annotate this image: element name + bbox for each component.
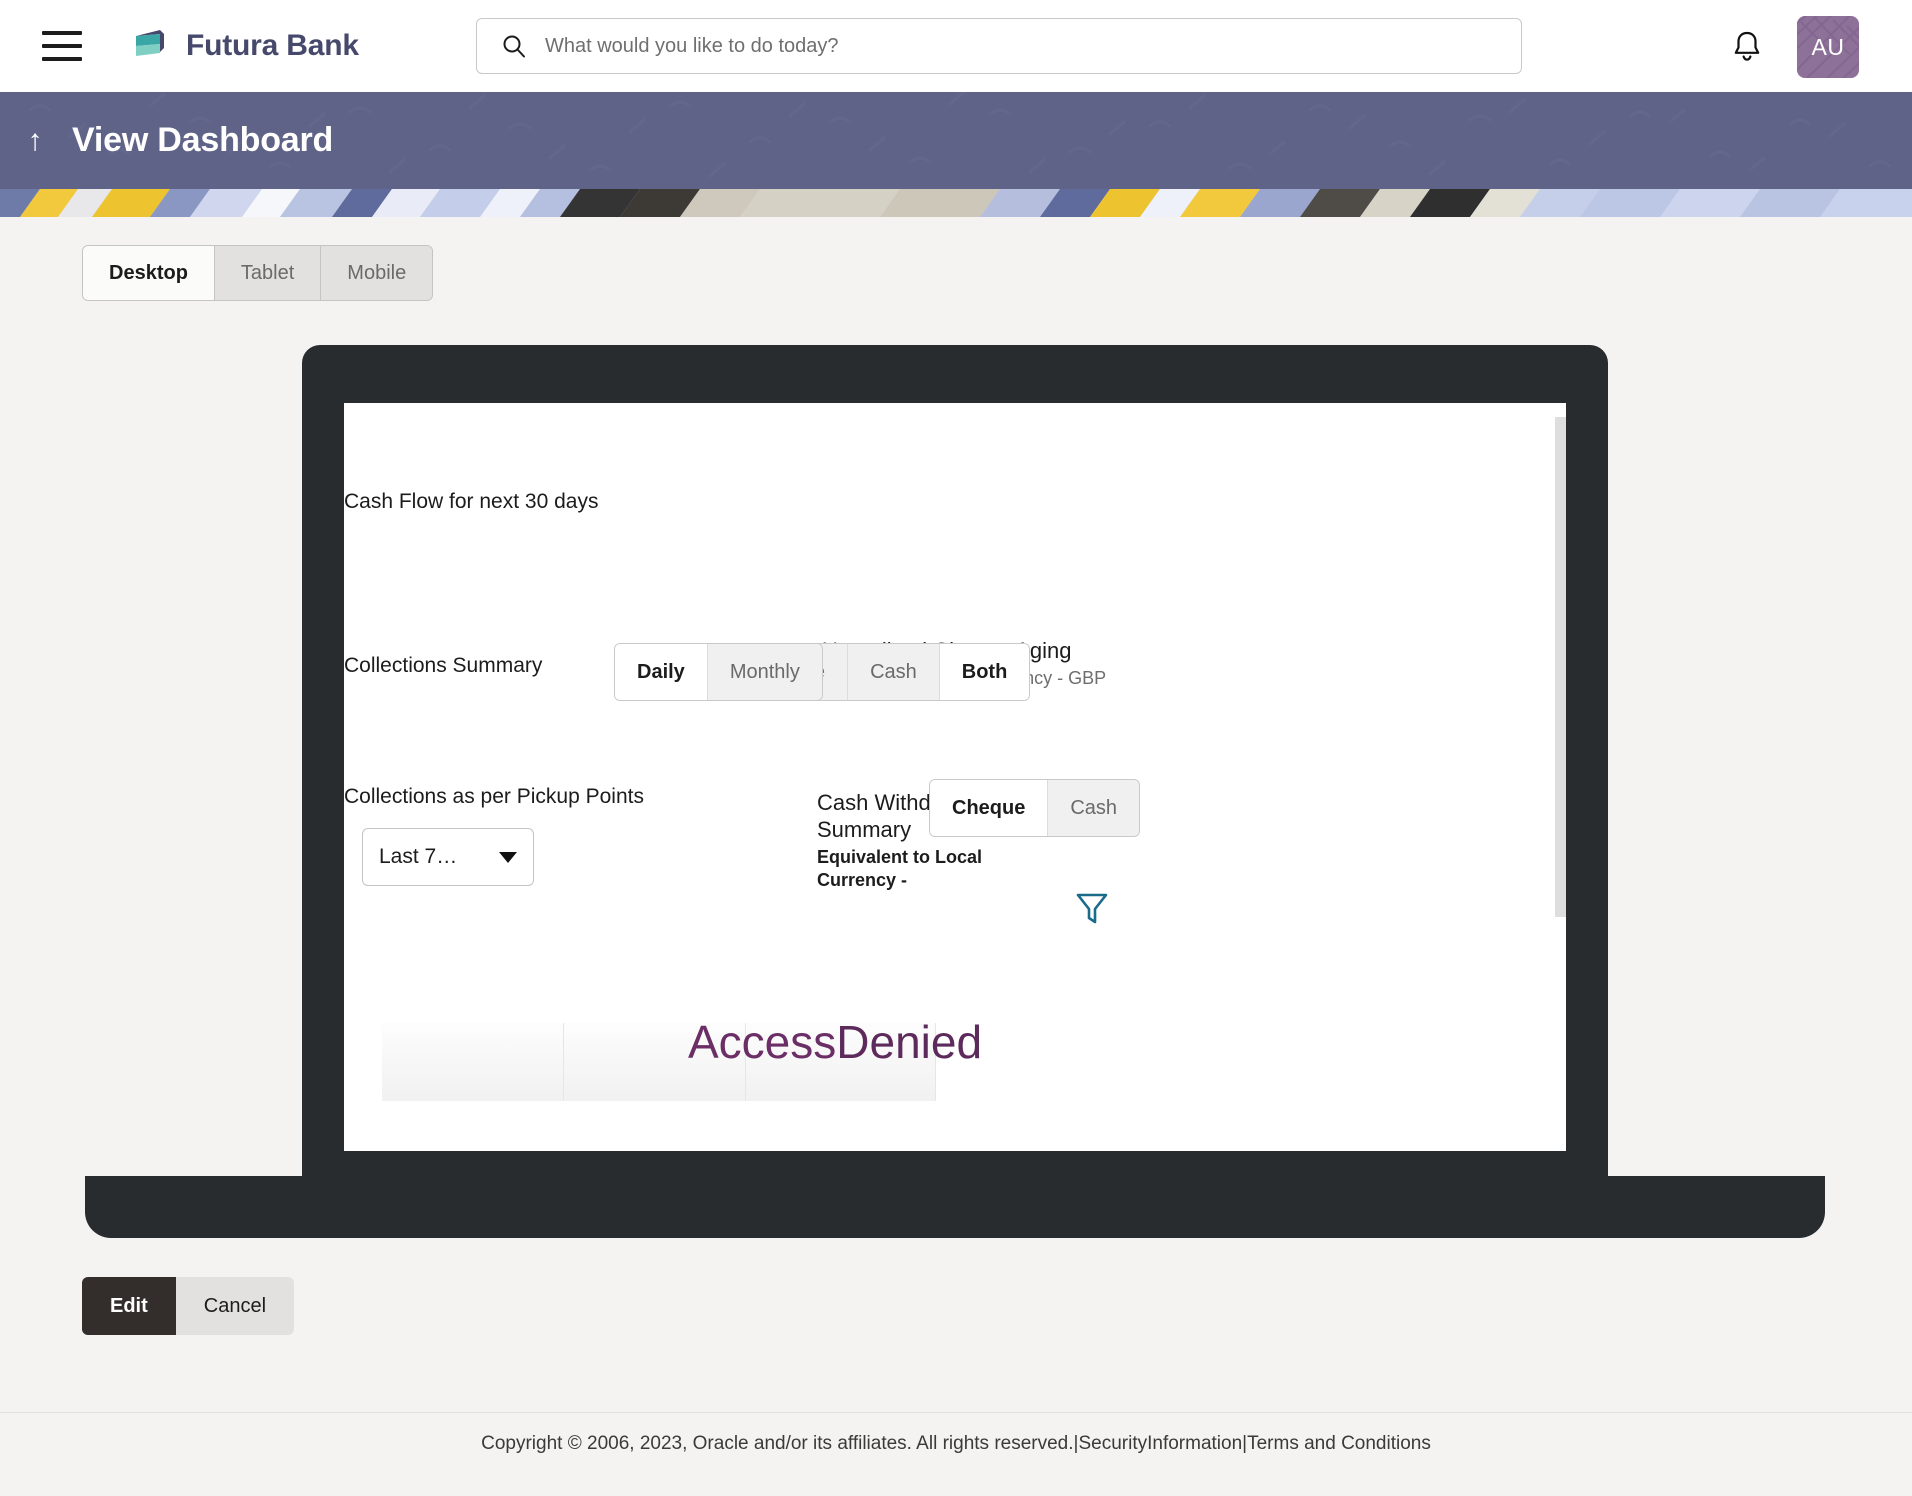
search-input[interactable] [545,26,1445,66]
cancel-button[interactable]: Cancel [175,1277,295,1335]
app-root: Futura Bank AU [0,0,1912,1496]
period-dropdown[interactable]: Last 7… [362,828,534,886]
tab-tablet[interactable]: Tablet [214,246,322,300]
widget-label-cash-flow: Cash Flow for next 30 days [344,490,599,513]
access-denied-part2: Denied [836,1016,983,1068]
form-action-buttons: Edit Cancel [82,1277,295,1335]
laptop-base [85,1176,1825,1238]
tab-desktop[interactable]: Desktop [83,246,215,300]
user-avatar[interactable]: AU [1797,16,1859,78]
widget-subtitle-cash-withdrawal-summary: Equivalent to Local Currency - [817,847,983,890]
decorative-stripe-band [0,189,1912,217]
footer-text: Copyright © 2006, 2023, Oracle and/or it… [481,1433,1431,1455]
laptop-device-preview: Cash Flow for next 30 days Collections S… [85,345,1825,1238]
widget-label-collections-pickup-points: Collections as per Pickup Points [344,785,644,808]
avatar-initials: AU [1811,33,1845,60]
global-search[interactable] [476,18,1522,74]
toggle-cash[interactable]: Cash [848,644,940,700]
pickup-instrument-toggle-group: Cheque Cash [929,779,1141,837]
device-preview-tabs: Desktop Tablet Mobile [82,245,434,301]
bell-icon[interactable] [1731,30,1763,64]
footer-copyright: Copyright © 2006, 2023, Oracle and/or it… [481,1433,1074,1454]
brand-name: Futura Bank [186,29,359,62]
toggle-pickup-cheque[interactable]: Cheque [930,780,1049,836]
widget-label-collections-summary: Collections Summary [344,654,543,677]
toggle-daily[interactable]: Daily [615,644,708,700]
futura-bank-logo-icon [130,26,170,66]
toggle-pickup-cash[interactable]: Cash [1048,780,1140,836]
page-header-banner: ↑ View Dashboard [0,92,1912,189]
search-icon [503,35,525,58]
access-denied-part1: Access [688,1016,837,1068]
hamburger-menu-icon[interactable] [42,31,82,61]
access-denied-message: AccessDenied [688,1015,982,1069]
chevron-down-icon [499,851,517,863]
footer-link-security-information[interactable]: SecurityInformation [1078,1433,1242,1454]
frequency-toggle-group: Daily Monthly [614,643,823,701]
placeholder-column [382,1023,564,1101]
page-footer: Copyright © 2006, 2023, Oracle and/or it… [0,1412,1912,1496]
period-dropdown-value: Last 7… [379,845,458,868]
top-navigation-bar: Futura Bank AU [0,0,1912,92]
toggle-both[interactable]: Both [939,644,1030,700]
footer-link-terms-and-conditions[interactable]: Terms and Conditions [1247,1433,1431,1454]
edit-button[interactable]: Edit [82,1277,176,1335]
toggle-monthly[interactable]: Monthly [707,644,822,700]
back-arrow-icon[interactable]: ↑ [18,124,52,158]
tab-mobile[interactable]: Mobile [321,246,433,300]
page-title: View Dashboard [72,121,334,159]
preview-scrollbar[interactable] [1555,417,1566,917]
dashboard-preview-screen: Cash Flow for next 30 days Collections S… [344,403,1566,1151]
funnel-filter-icon[interactable] [1075,891,1109,927]
brand[interactable]: Futura Bank [130,26,359,66]
